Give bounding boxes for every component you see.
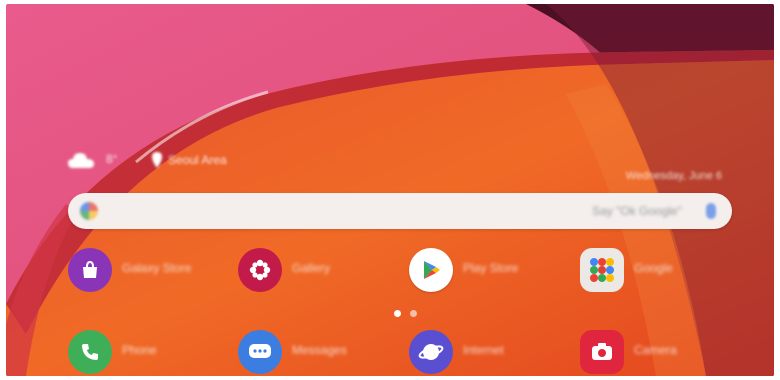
search-hint: Say "Ok Google" — [592, 204, 682, 218]
app-label: Internet — [463, 343, 504, 357]
app-camera[interactable]: Camera — [580, 330, 750, 374]
app-label: Camera — [634, 343, 677, 357]
page-indicator — [394, 310, 424, 318]
app-label: Phone — [122, 343, 157, 357]
app-gallery[interactable]: Gallery — [238, 248, 408, 292]
app-label: Messages — [292, 343, 347, 357]
shopping-bag-icon — [68, 248, 112, 292]
google-search-bar[interactable]: Say "Ok Google" — [68, 193, 732, 229]
internet-icon — [409, 330, 453, 374]
camera-icon — [580, 330, 624, 374]
app-label: Gallery — [292, 261, 331, 275]
app-label: Galaxy Store — [122, 261, 192, 275]
phone-screen: 8° Seoul Area Wednesday, June 6 Say "Ok … — [6, 4, 774, 376]
date-text: Wednesday, June 6 — [625, 170, 722, 182]
page-dot-active — [394, 310, 401, 317]
app-label: Google — [634, 261, 673, 275]
flower-icon — [238, 248, 282, 292]
temperature-text: 8° — [106, 152, 118, 166]
phone-icon — [68, 330, 112, 374]
app-messages[interactable]: Messages — [238, 330, 408, 374]
app-galaxy-store[interactable]: Galaxy Store — [68, 248, 238, 292]
app-google-folder[interactable]: Google — [580, 248, 750, 292]
home-screen: 8° Seoul Area Wednesday, June 6 Say "Ok … — [0, 0, 780, 380]
app-phone[interactable]: Phone — [68, 330, 238, 374]
weather-widget[interactable]: 8° Seoul Area Wednesday, June 6 — [6, 150, 774, 182]
app-play-store[interactable]: Play Store — [409, 248, 579, 292]
app-internet[interactable]: Internet — [409, 330, 579, 374]
mic-icon[interactable] — [706, 203, 716, 219]
google-folder-icon — [580, 248, 624, 292]
cloud-icon — [68, 153, 94, 168]
location-pin-icon — [152, 152, 162, 168]
play-store-icon — [409, 248, 453, 292]
location-text: Seoul Area — [168, 153, 227, 167]
wallpaper — [6, 4, 774, 376]
google-icon — [80, 202, 98, 220]
messages-icon — [238, 330, 282, 374]
app-label: Play Store — [463, 261, 519, 275]
page-dot — [410, 310, 417, 317]
